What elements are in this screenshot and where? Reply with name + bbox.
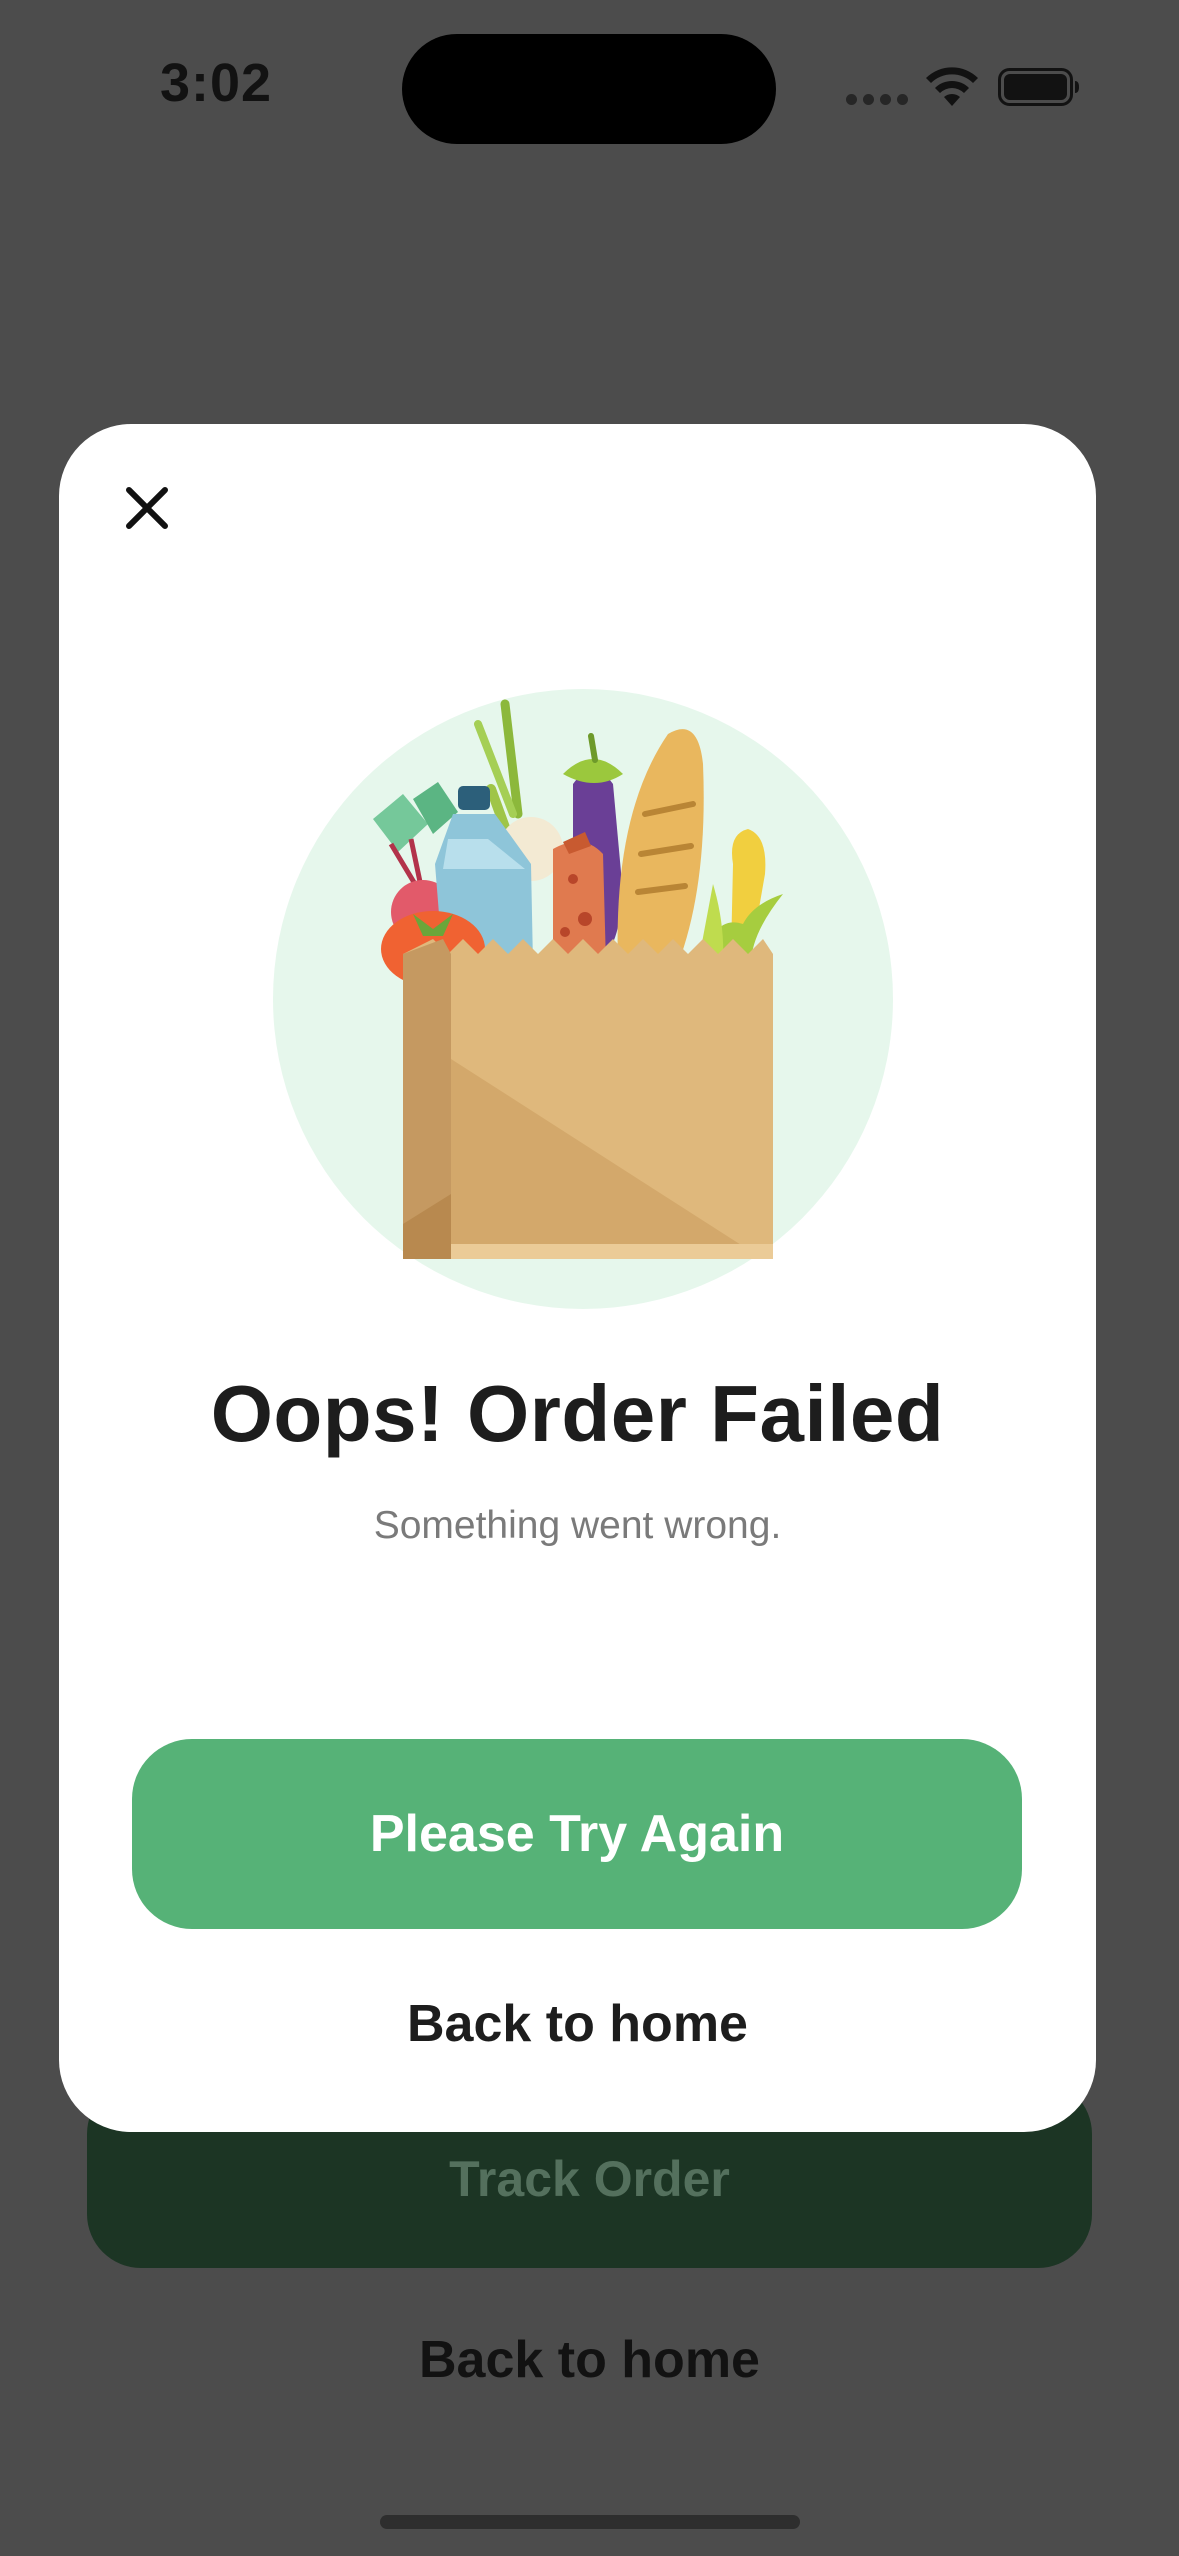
cellular-signal-icon <box>846 94 908 105</box>
background-back-home-link: Back to home <box>419 2331 760 2389</box>
home-indicator <box>380 2515 800 2529</box>
error-subtitle: Something went wrong. <box>373 1504 782 1547</box>
grocery-bag-illustration <box>273 689 893 1309</box>
wifi-icon <box>926 67 978 106</box>
try-again-button[interactable]: Please Try Again <box>132 1739 1022 1929</box>
track-order-label: Track Order <box>449 2151 730 2207</box>
close-icon <box>126 487 168 529</box>
close-button[interactable] <box>111 472 183 544</box>
error-title: Oops! Order Failed <box>210 1369 945 1458</box>
battery-icon <box>998 68 1079 106</box>
try-again-label: Please Try Again <box>369 1805 785 1863</box>
back-to-home-link[interactable]: Back to home <box>59 1994 1096 2054</box>
status-bar-time: 3:02 <box>160 53 273 113</box>
order-failed-modal: Oops! Order Failed Something went wrong.… <box>59 424 1096 2132</box>
dynamic-island <box>402 34 776 144</box>
